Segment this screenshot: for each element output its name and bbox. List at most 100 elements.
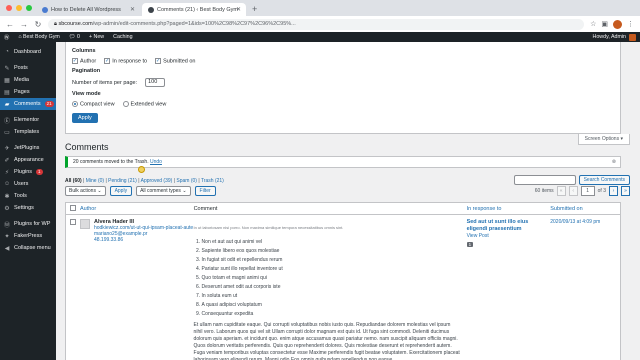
list-item: Sapiente libero eos quos molestiae — [202, 247, 461, 256]
sidebar-item-label: Media — [14, 77, 29, 83]
filter-spam[interactable]: Spam (0) — [176, 178, 197, 184]
search-comments-button[interactable]: Search Comments — [578, 175, 630, 185]
select-all-checkbox[interactable] — [70, 205, 76, 212]
sidebar-item-users[interactable]: ☺ Users — [0, 178, 56, 190]
filter-approved[interactable]: Approved (39) — [141, 178, 173, 184]
next-page-button[interactable]: › — [609, 186, 618, 196]
sidebar-item-media[interactable]: ▦ Media — [0, 74, 56, 86]
url-path: /wp-admin/edit-comments.php?paged=1&ids=… — [92, 20, 296, 27]
plugin-icon: ⚡ — [4, 169, 10, 176]
sidebar-item-appearance[interactable]: ✐ Appearance — [0, 154, 56, 166]
wp-icon: Ⓦ — [4, 222, 11, 229]
radio-label: Extended view — [130, 101, 167, 108]
radio-label: Compact view — [80, 101, 115, 108]
list-item: Non et aut aut qui animi vel — [202, 238, 461, 247]
compact-view-radio[interactable]: Compact view — [72, 101, 115, 108]
response-column-header[interactable]: In response to — [467, 206, 551, 212]
sidebar-item-plugins-for-wp[interactable]: Ⓦ Plugins for WP — [0, 218, 56, 230]
media-icon: ▦ — [4, 77, 10, 84]
search-input[interactable] — [513, 175, 576, 185]
comments-table: Author Comment In response to Submitted … — [65, 202, 621, 360]
extension-icon[interactable]: ▣ — [601, 20, 608, 28]
sidebar-item-comments[interactable]: ▰ Comments 21 — [0, 98, 56, 110]
column-submitted-checkbox[interactable]: ✓ Submitted on — [155, 58, 196, 64]
sidebar-item-fakerpress[interactable]: ✦ FakerPress — [0, 230, 56, 242]
wordpress-logo-icon[interactable]: Ⓦ — [4, 33, 9, 41]
row-checkbox[interactable] — [70, 219, 76, 225]
address-bar[interactable]: 🔒︎ sbcourse.com/wp-admin/edit-comments.p… — [48, 18, 585, 30]
undo-link[interactable]: Undo — [150, 159, 162, 165]
column-author-checkbox[interactable]: ✓ Author — [72, 58, 96, 64]
filter-mine[interactable]: Mine (0) — [86, 178, 104, 184]
filter-button[interactable]: Filter — [194, 186, 216, 196]
apply-screen-options-button[interactable]: Apply — [72, 112, 98, 123]
star-icon[interactable]: ☆ — [590, 20, 596, 28]
caching-link[interactable]: Caching — [113, 34, 132, 40]
view-post-link[interactable]: View Post — [467, 233, 551, 239]
sidebar-item-label: Pages — [14, 89, 30, 95]
user-avatar[interactable] — [629, 33, 636, 41]
bulk-apply-button[interactable]: Apply — [109, 186, 133, 196]
sidebar-item-templates[interactable]: ▭ Templates — [0, 126, 56, 138]
list-item: A quasi adipisci voluptatum — [202, 301, 461, 310]
sidebar-item-label: JetPlugins — [14, 145, 40, 151]
dismiss-icon[interactable]: ⊗ — [612, 157, 616, 167]
first-page-button[interactable]: « — [556, 186, 566, 196]
filter-all[interactable]: All (60) — [65, 178, 82, 184]
comment-count-bubble[interactable]: 1 — [466, 242, 474, 247]
tab-strip: How to Delete All Wordpress ✕ Comments (… — [0, 0, 640, 16]
last-page-button[interactable]: » — [621, 186, 630, 196]
filter-trash[interactable]: Trash (21) — [201, 178, 224, 184]
close-window-button[interactable] — [6, 5, 12, 11]
submitted-date-link[interactable]: 2020/09/13 at 4:09 pm — [550, 219, 620, 225]
tab-title: How to Delete All Wordpress — [51, 6, 121, 13]
sidebar-item-dashboard[interactable]: ◔ Dashboard — [0, 46, 56, 58]
sidebar-item-posts[interactable]: ✎ Posts — [0, 62, 56, 74]
comment-status-filters: All (60) | Mine (0) | Pending (21) | App… — [65, 178, 224, 184]
reload-icon[interactable]: ↻ — [34, 20, 42, 29]
forward-icon[interactable]: → — [20, 20, 28, 29]
author-ip-link[interactable]: 48.199.33.86 — [94, 237, 193, 243]
author-column-header[interactable]: Author — [80, 206, 194, 212]
bulk-actions-select[interactable]: Bulk actions ⌄ — [65, 186, 106, 196]
window-controls — [6, 5, 32, 11]
sidebar-item-tools[interactable]: ✱ Tools — [0, 190, 56, 202]
comments-link[interactable]: 💬︎ 0 — [69, 34, 80, 40]
maximize-window-button[interactable] — [26, 5, 32, 11]
site-name: Best Body Gym — [22, 34, 60, 40]
collapse-icon: ◀ — [4, 245, 10, 252]
back-icon[interactable]: ← — [6, 20, 14, 29]
page-icon: ▤ — [4, 89, 10, 96]
response-post-link[interactable]: Sed aut ut sunt illo eius eligendi praes… — [467, 219, 551, 233]
new-tab-button[interactable]: + — [248, 3, 261, 16]
sidebar-item-plugins[interactable]: ⚡ Plugins 1 — [0, 166, 56, 178]
sidebar-item-elementor[interactable]: Ⓔ Elementor — [0, 114, 56, 126]
browser-tab-1[interactable]: How to Delete All Wordpress ✕ — [36, 3, 140, 16]
column-response-checkbox[interactable]: ✓ In response to — [104, 58, 147, 64]
items-per-page-input[interactable]: 100 — [145, 78, 166, 88]
current-page-input[interactable]: 1 — [580, 186, 595, 196]
sidebar-item-pages[interactable]: ▤ Pages — [0, 86, 56, 98]
prev-page-button[interactable]: ‹ — [568, 186, 578, 196]
site-name-link[interactable]: ⌂ Best Body Gym — [18, 34, 59, 40]
sidebar-item-collapse[interactable]: ◀ Collapse menu — [0, 242, 56, 254]
submitted-column-header[interactable]: Submitted on — [550, 206, 620, 212]
trash-notice: 20 comments moved to the Trash. Undo ⊗ — [65, 156, 621, 168]
user-icon: ☺ — [4, 181, 11, 187]
sidebar-item-jetplugins[interactable]: ✈ JetPlugins — [0, 142, 56, 154]
extended-view-radio[interactable]: Extended view — [122, 101, 167, 108]
browser-tab-2[interactable]: Comments (21) ‹ Best Body Gym ✕ — [142, 3, 246, 16]
checkbox-label: In response to — [112, 58, 148, 65]
close-tab-icon[interactable]: ✕ — [130, 6, 135, 13]
screen-options-tab[interactable]: Screen Options ▾ — [577, 134, 630, 145]
minimize-window-button[interactable] — [16, 5, 22, 11]
comment-type-select[interactable]: All comment types ⌄ — [136, 186, 191, 196]
menu-icon[interactable]: ⋮ — [627, 20, 634, 28]
new-content-link[interactable]: + New — [89, 34, 104, 40]
howdy-greeting[interactable]: Howdy, Admin — [593, 34, 626, 40]
profile-avatar[interactable] — [613, 19, 622, 29]
filter-pending[interactable]: Pending (21) — [108, 178, 137, 184]
mouse-cursor-highlight — [138, 166, 145, 173]
sidebar-item-settings[interactable]: ⚙ Settings — [0, 202, 56, 214]
close-tab-icon[interactable]: ✕ — [236, 6, 241, 13]
